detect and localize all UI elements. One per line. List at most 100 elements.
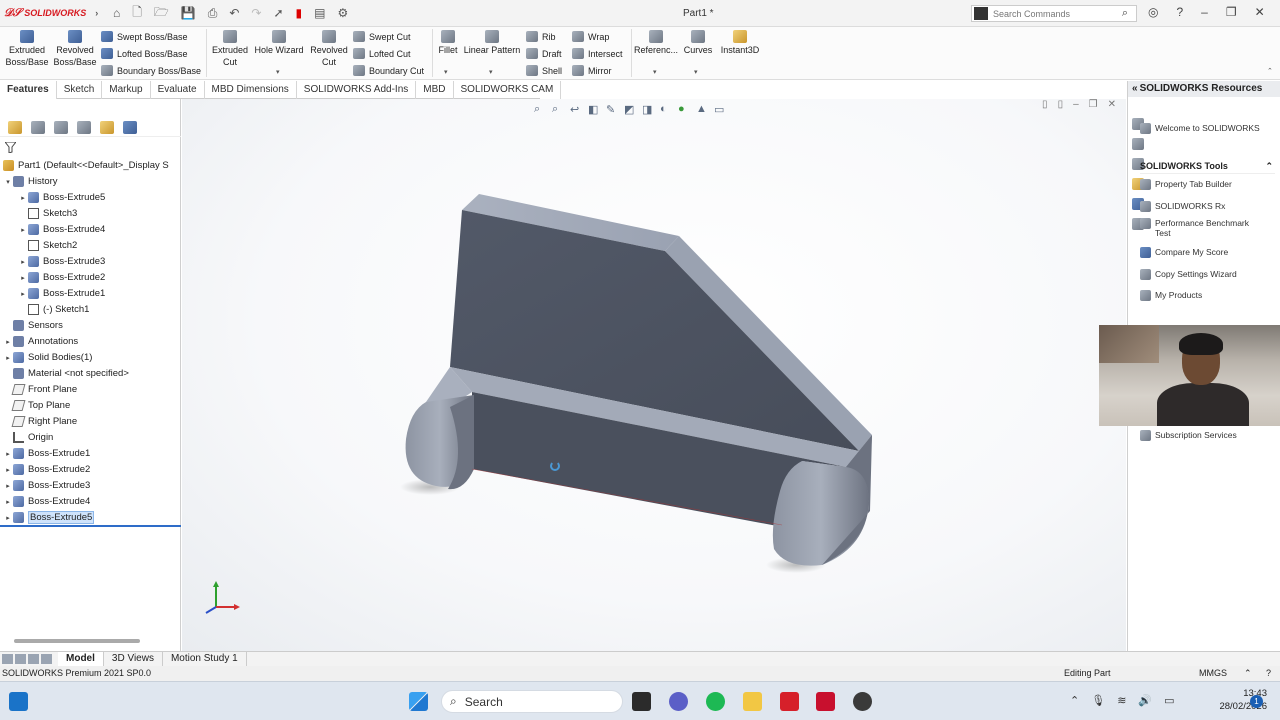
tree-sensors[interactable]: Sensors [3,318,63,333]
instant3d-button[interactable]: Instant3D [718,30,762,56]
collapse-section-icon[interactable]: ⌃ [1265,161,1273,172]
curves-caret-icon[interactable]: ▾ [694,68,698,76]
acrobat-icon[interactable] [780,692,799,711]
tree-material[interactable]: Material <not specified> [3,366,129,381]
tab-mbd[interactable]: MBD [416,81,454,99]
shell-button[interactable]: Shell [526,65,562,76]
tools-section-header[interactable]: SOLIDWORKS Tools ⌃ [1140,161,1275,174]
tree-history-item[interactable]: ▸ Boss-Extrude1 [18,286,105,301]
spotify-icon[interactable] [706,692,725,711]
property-manager-icon[interactable] [31,121,45,134]
my-products-link[interactable]: My Products [1140,290,1202,301]
tab-motion-study[interactable]: Motion Study 1 [163,651,247,667]
redo-icon[interactable]: ↷ [251,6,261,20]
search-commands-input[interactable]: Search Commands ⌕ [971,5,1137,22]
restore-icon[interactable]: ❐ [1226,5,1237,19]
open-folder-icon[interactable]: 🗁 [154,3,169,24]
solidworks-rx-link[interactable]: SOLIDWORKS Rx [1140,201,1225,212]
tree-history-item[interactable]: ▸ Boss-Extrude4 [18,222,105,237]
last-tab-icon[interactable] [41,654,52,664]
part-model-3d[interactable] [182,99,1126,651]
volume-icon[interactable]: 🔊 [1138,694,1152,707]
hole-wizard-button[interactable]: Hole Wizard [253,30,305,56]
file-explorer-icon[interactable] [743,692,762,711]
expand-arrow-icon[interactable]: ▸ [3,498,13,506]
account-icon[interactable]: ◎ [1148,5,1158,19]
rib-button[interactable]: Rib [526,31,556,42]
unit-system[interactable]: MMGS [1199,666,1227,681]
tree-annotations[interactable]: ▸ Annotations [3,334,78,349]
boundary-boss-button[interactable]: Boundary Boss/Base [101,65,201,76]
linear-pattern-button[interactable]: Linear Pattern [462,30,522,56]
tab-markup[interactable]: Markup [102,81,151,99]
reference-caret-icon[interactable]: ▾ [653,68,657,76]
performance-benchmark-link[interactable]: Performance Benchmark Test [1140,218,1255,238]
expand-arrow-icon[interactable]: ▸ [3,482,13,490]
tab-sketch[interactable]: Sketch [57,81,103,99]
expand-arrow-icon[interactable]: ▸ [18,194,28,202]
close-icon[interactable]: ✕ [1255,5,1265,19]
tree-front-plane[interactable]: Front Plane [3,382,77,397]
cam-manager-icon[interactable] [123,121,137,134]
home-icon[interactable]: ⌂ [113,6,120,20]
widgets-icon[interactable] [9,692,28,711]
tree-origin[interactable]: Origin [3,430,53,445]
expand-arrow-icon[interactable]: ▸ [18,274,28,282]
expand-arrow-icon[interactable]: ▸ [3,354,13,362]
expand-arrow-icon[interactable]: ▸ [18,290,28,298]
rollback-bar[interactable] [0,525,181,527]
minimize-icon[interactable]: – [1201,5,1208,19]
prev-tab-icon[interactable] [15,654,26,664]
property-tab-builder-link[interactable]: Property Tab Builder [1140,179,1232,190]
fillet-caret-icon[interactable]: ▾ [444,68,448,76]
pattern-caret-icon[interactable]: ▾ [489,68,493,76]
first-tab-icon[interactable] [2,654,13,664]
tree-right-plane[interactable]: Right Plane [3,414,77,429]
units-caret-icon[interactable]: ⌃ [1244,666,1252,681]
tree-feature[interactable]: ▸ Boss-Extrude3 [3,478,90,493]
lofted-boss-button[interactable]: Lofted Boss/Base [101,48,188,59]
tree-feature[interactable]: ▸ Boss-Extrude4 [3,494,90,509]
print-icon[interactable]: ⎙ [208,6,218,21]
start-windows-icon[interactable] [409,692,428,711]
new-document-icon[interactable]: 🗋 [132,3,142,24]
collapse-arrow-icon[interactable]: ▾ [3,178,13,186]
wifi-icon[interactable]: ≋ [1117,694,1126,707]
expand-arrow-icon[interactable]: ▸ [18,258,28,266]
undo-icon[interactable]: ↶ [229,6,239,20]
hole-wizard-caret-icon[interactable]: ▾ [276,68,280,76]
wrap-button[interactable]: Wrap [572,31,609,42]
mirror-button[interactable]: Mirror [572,65,612,76]
file-properties-icon[interactable]: ▤ [314,6,325,20]
microphone-icon[interactable]: 🎙 [1091,694,1105,707]
curves-button[interactable]: Curves [681,30,715,56]
next-tab-icon[interactable] [28,654,39,664]
collapse-ribbon-icon[interactable]: ⌃ [1267,67,1273,75]
welcome-link[interactable]: Welcome to SOLIDWORKS [1140,123,1260,134]
fillet-button[interactable]: Fillet [435,30,461,56]
tree-root-part[interactable]: Part1 (Default<<Default>_Display S [3,158,169,173]
tab-addins[interactable]: SOLIDWORKS Add-Ins [297,81,417,99]
tree-top-plane[interactable]: Top Plane [3,398,70,413]
expand-arrow-icon[interactable]: ▸ [18,226,28,234]
tree-solid-bodies[interactable]: ▸ Solid Bodies(1) [3,350,92,365]
task-view-icon[interactable] [632,692,651,711]
tree-history-item[interactable]: ▸ Boss-Extrude5 [18,190,105,205]
lofted-cut-button[interactable]: Lofted Cut [353,48,411,59]
boundary-cut-button[interactable]: Boundary Cut [353,65,424,76]
solidworks-logo[interactable]: 𝒟𝒮 SOLIDWORKS › [0,7,98,20]
tab-3d-views[interactable]: 3D Views [104,651,163,667]
subscription-services-link[interactable]: Subscription Services [1140,430,1237,441]
dimxpert-icon[interactable] [77,121,91,134]
expand-arrow-icon[interactable]: ▸ [3,450,13,458]
feature-manager-icon[interactable] [8,121,22,134]
swept-cut-button[interactable]: Swept Cut [353,31,411,42]
tree-history-item[interactable]: ▸ Boss-Extrude3 [18,254,105,269]
notification-badge[interactable]: 1 [1250,695,1263,708]
tab-evaluate[interactable]: Evaluate [151,81,205,99]
draft-button[interactable]: Draft [526,48,562,59]
tree-feature[interactable]: ▸ Boss-Extrude2 [3,462,90,477]
compare-score-link[interactable]: Compare My Score [1140,247,1228,258]
tab-model[interactable]: Model [58,651,104,667]
reference-geometry-button[interactable]: Referenc... [634,30,678,56]
